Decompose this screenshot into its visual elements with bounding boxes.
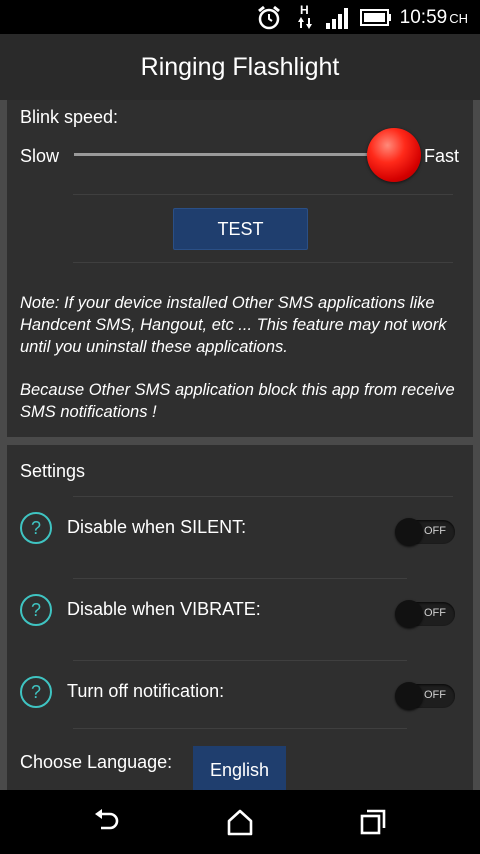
divider [73, 194, 453, 195]
toggle-disable-silent[interactable]: OFF [395, 518, 455, 546]
toggle-state-label: OFF [424, 607, 446, 619]
sms-note: Note: If your device installed Other SMS… [20, 292, 460, 444]
content-area[interactable]: Blink speed: Slow Fast TEST Note: If you… [0, 100, 480, 790]
slider-min-label: Slow [20, 146, 60, 166]
action-bar: Ringing Flashlight [0, 34, 480, 100]
signal-bars-icon [326, 8, 348, 29]
status-bar: H 10:59 CH [0, 0, 480, 34]
data-arrows-icon: H [297, 3, 313, 29]
battery-icon [360, 9, 391, 26]
toggle-knob [395, 600, 423, 628]
help-icon[interactable]: ? [20, 594, 52, 626]
divider [73, 262, 453, 263]
status-time: 10:59 CH [400, 7, 468, 29]
time-suffix: CH [449, 11, 468, 26]
choose-language-label: Choose Language: [20, 752, 173, 772]
divider [73, 496, 453, 497]
blink-card: Blink speed: Slow Fast TEST Note: If you… [7, 100, 473, 437]
alarm-clock-icon [258, 5, 280, 30]
time-value: 10:59 [399, 7, 448, 28]
language-button[interactable]: English [193, 746, 286, 790]
home-icon[interactable] [225, 807, 255, 837]
setting-label-silent: Disable when SILENT: [67, 517, 247, 537]
toggle-knob [395, 518, 423, 546]
divider [73, 660, 407, 661]
help-icon[interactable]: ? [20, 676, 52, 708]
divider [73, 728, 407, 729]
back-icon[interactable] [92, 807, 122, 837]
blink-speed-label: Blink speed: [20, 107, 119, 127]
note-paragraph: Because Other SMS application block this… [20, 381, 455, 421]
divider [73, 578, 407, 579]
toggle-state-label: OFF [424, 689, 446, 701]
blink-speed-slider[interactable] [74, 153, 384, 156]
recents-icon[interactable] [358, 807, 388, 837]
slider-thumb[interactable] [367, 128, 421, 182]
setting-label-notification: Turn off notification: [67, 681, 225, 701]
help-icon[interactable]: ? [20, 512, 52, 544]
toggle-knob [395, 682, 423, 710]
settings-title: Settings [20, 461, 86, 481]
slider-max-label: Fast [424, 146, 460, 166]
note-paragraph: Note: If your device installed Other SMS… [20, 294, 447, 356]
toggle-state-label: OFF [424, 525, 446, 537]
setting-label-vibrate: Disable when VIBRATE: [67, 599, 261, 619]
network-type-label: H [300, 3, 309, 17]
test-button[interactable]: TEST [173, 208, 308, 250]
toggle-disable-vibrate[interactable]: OFF [395, 600, 455, 628]
settings-card: Settings ? Disable when SILENT: OFF ? Di… [7, 445, 473, 790]
navigation-bar [0, 790, 480, 854]
app-title: Ringing Flashlight [140, 52, 340, 81]
toggle-turn-off-notification[interactable]: OFF [395, 682, 455, 710]
